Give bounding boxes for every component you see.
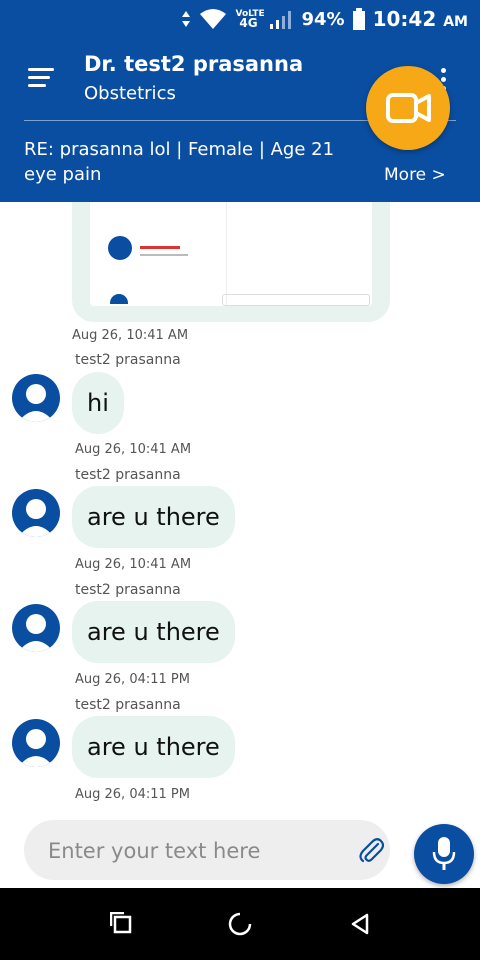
doctor-specialty: Obstetrics xyxy=(84,83,176,104)
back-triangle-icon xyxy=(351,913,369,935)
cellular-signal-icon xyxy=(270,11,292,29)
more-details-link[interactable]: More > xyxy=(384,165,446,185)
wifi-icon xyxy=(200,9,227,29)
message-timestamp: Aug 26, 04:11 PM xyxy=(75,787,190,802)
video-call-button[interactable] xyxy=(366,66,450,150)
image-attachment[interactable] xyxy=(72,202,390,322)
clock: 10:42 AM xyxy=(373,7,468,31)
message-bubble[interactable]: are u there xyxy=(72,601,235,663)
message-input[interactable] xyxy=(46,830,340,872)
video-camera-icon xyxy=(386,93,431,123)
paperclip-icon xyxy=(359,838,385,863)
clock-ampm: AM xyxy=(443,14,468,30)
message-timestamp: Aug 26, 10:41 AM xyxy=(75,557,192,572)
message-sender: test2 prasanna xyxy=(75,352,181,368)
message-bubble[interactable]: hi xyxy=(72,372,124,434)
user-avatar-icon xyxy=(18,729,54,767)
message-sender: test2 prasanna xyxy=(75,582,181,598)
home-button[interactable] xyxy=(228,912,252,940)
message-composer xyxy=(24,820,390,880)
message-timestamp: Aug 26, 04:11 PM xyxy=(75,672,190,687)
user-avatar-icon xyxy=(18,614,54,652)
network-type: VoLTE 4G xyxy=(235,10,264,30)
message-sender: test2 prasanna xyxy=(75,697,181,713)
message-timestamp: Aug 26, 10:41 AM xyxy=(75,442,192,457)
hamburger-menu-icon[interactable] xyxy=(28,68,54,88)
microphone-icon xyxy=(432,837,456,870)
avatar xyxy=(12,489,60,537)
avatar xyxy=(12,719,60,767)
chief-complaint: eye pain xyxy=(24,164,102,185)
home-circle-icon xyxy=(228,912,252,936)
status-icons: VoLTE 4G 94% 10:42 AM xyxy=(181,6,468,32)
avatar xyxy=(12,604,60,652)
doctor-name: Dr. test2 prasanna xyxy=(84,52,304,76)
message-timestamp: Aug 26, 10:41 AM xyxy=(72,328,189,343)
data-arrows-icon xyxy=(182,11,191,27)
attachment-thumbnail xyxy=(90,202,372,306)
attach-button[interactable] xyxy=(358,836,385,868)
message-sender: test2 prasanna xyxy=(75,467,181,483)
status-bar: VoLTE 4G 94% 10:42 AM xyxy=(0,0,480,38)
patient-summary: RE: prasanna lol | Female | Age 21 xyxy=(24,139,335,160)
voice-input-button[interactable] xyxy=(414,824,474,884)
user-avatar-icon xyxy=(18,499,54,537)
clock-time: 10:42 xyxy=(372,7,437,31)
recents-button[interactable] xyxy=(109,911,132,938)
user-avatar-icon xyxy=(18,384,54,422)
network-4g-label: 4G xyxy=(239,16,258,30)
system-nav-bar xyxy=(0,888,480,960)
chat-message-list[interactable]: Aug 26, 10:41 AM test2 prasanna hi Aug 2… xyxy=(0,202,480,812)
message-bubble[interactable]: are u there xyxy=(72,716,235,778)
back-button[interactable] xyxy=(350,912,370,940)
battery-icon xyxy=(352,8,365,30)
recents-square-icon xyxy=(109,911,132,934)
battery-percent: 94% xyxy=(301,8,345,30)
message-bubble[interactable]: are u there xyxy=(72,486,235,548)
avatar xyxy=(12,374,60,422)
